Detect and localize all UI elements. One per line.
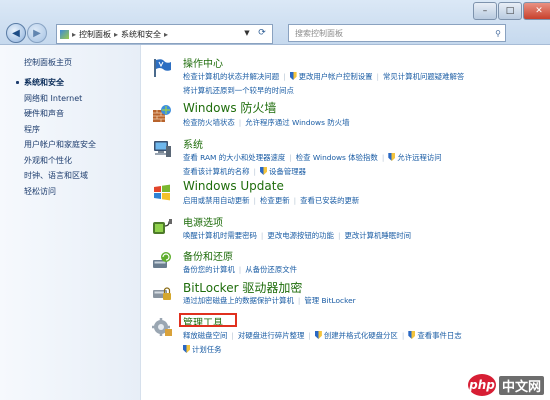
category-links: 通过加密磁盘上的数据保护计算机 | 管理 BitLocker bbox=[183, 296, 356, 305]
task-link[interactable]: 允许远程访问 bbox=[397, 153, 441, 162]
admin-tools-highlight-box bbox=[179, 313, 237, 327]
task-link[interactable]: 允许程序通过 Windows 防火墙 bbox=[245, 118, 349, 127]
task-link[interactable]: 常见计算机问题疑难解答 bbox=[383, 72, 464, 81]
breadcrumb-separator-icon: ▸ bbox=[164, 29, 169, 39]
php-logo: php bbox=[467, 374, 496, 396]
task-link[interactable]: 查看 RAM 的大小和处理器速度 bbox=[183, 153, 285, 162]
back-arrow-icon: ◀ bbox=[12, 27, 20, 39]
backup-icon bbox=[153, 252, 171, 268]
category-links: 检查计算机的状态并解决问题 | 更改用户帐户控制设置 | 常见计算机问题疑难解答 bbox=[183, 72, 465, 81]
category-title[interactable]: 电源选项 bbox=[183, 214, 223, 229]
category-links: 计划任务 bbox=[183, 344, 222, 355]
category-title[interactable]: 系统 bbox=[183, 136, 203, 151]
category-links: 查看该计算机的名称 | 设备管理器 bbox=[183, 167, 306, 176]
category-title[interactable]: 操作中心 bbox=[183, 55, 223, 70]
back-button[interactable]: ◀ bbox=[6, 23, 26, 43]
breadcrumb-separator-icon: ▸ bbox=[114, 29, 119, 39]
breadcrumb-separator-icon: ▸ bbox=[72, 29, 77, 39]
sidebar: 控制面板主页 系统和安全 网络和 Internet 硬件和声音 程序 用户帐户和… bbox=[0, 45, 141, 400]
category-title[interactable]: Windows 防火墙 bbox=[183, 99, 276, 116]
category-links: 唤醒计算机时需要密码 | 更改电源按钮的功能 | 更改计算机睡眠时间 bbox=[183, 231, 411, 240]
firewall-icon bbox=[153, 105, 171, 122]
shield-icon bbox=[183, 345, 190, 353]
drive-lock-icon bbox=[153, 287, 171, 300]
task-link[interactable]: 设备管理器 bbox=[269, 167, 306, 176]
task-link[interactable]: 释放磁盘空间 bbox=[183, 331, 227, 340]
forward-button[interactable]: ▶ bbox=[27, 23, 47, 43]
category-title[interactable]: Windows Update bbox=[183, 179, 284, 193]
watermark-text: 中文网 bbox=[498, 375, 544, 395]
sidebar-item-user-accounts[interactable]: 用户帐户和家庭安全 bbox=[24, 139, 96, 150]
task-link[interactable]: 更改计算机睡眠时间 bbox=[344, 231, 411, 240]
category-title[interactable]: BitLocker 驱动器加密 bbox=[183, 279, 302, 296]
task-link[interactable]: 从备份还原文件 bbox=[245, 265, 297, 274]
task-link[interactable]: 查看该计算机的名称 bbox=[183, 167, 250, 176]
category-links: 检查防火墙状态 | 允许程序通过 Windows 防火墙 bbox=[183, 118, 350, 127]
search-input[interactable]: 搜索控制面板 ⚲ bbox=[288, 24, 506, 42]
breadcrumb-system-security[interactable]: 系统和安全 bbox=[121, 29, 161, 40]
sidebar-item-clock-region[interactable]: 时钟、语言和区域 bbox=[24, 170, 88, 181]
watermark: php 中文网 bbox=[467, 374, 544, 396]
admin-tools-icon bbox=[152, 318, 172, 336]
task-link[interactable]: 对硬盘进行碎片整理 bbox=[238, 331, 305, 340]
address-dropdown-icon[interactable]: ▼ bbox=[240, 24, 254, 42]
sidebar-item-appearance[interactable]: 外观和个性化 bbox=[24, 155, 72, 166]
power-icon bbox=[153, 219, 172, 234]
sidebar-item-ease-of-access[interactable]: 轻松访问 bbox=[24, 186, 56, 197]
minimize-button[interactable]: – bbox=[473, 2, 497, 20]
task-link[interactable]: 通过加密磁盘上的数据保护计算机 bbox=[183, 296, 294, 305]
shield-icon bbox=[314, 331, 322, 339]
sidebar-item-programs[interactable]: 程序 bbox=[24, 124, 40, 135]
sidebar-item-hardware[interactable]: 硬件和声音 bbox=[24, 108, 64, 119]
refresh-icon[interactable]: ⟳ bbox=[254, 24, 270, 42]
control-panel-icon bbox=[60, 29, 69, 39]
task-link[interactable]: 检查计算机的状态并解决问题 bbox=[183, 72, 279, 81]
breadcrumb-control-panel[interactable]: 控制面板 bbox=[79, 29, 111, 40]
window-controls: – □ ✕ bbox=[472, 2, 550, 20]
category-title[interactable]: 备份和还原 bbox=[183, 248, 233, 263]
category-links: 将计算机还原到一个较早的时间点 bbox=[183, 85, 294, 96]
maximize-button[interactable]: □ bbox=[498, 2, 522, 20]
category-links: 释放磁盘空间 | 对硬盘进行碎片整理 | 创建并格式化硬盘分区 | 查看事件日志 bbox=[183, 331, 462, 340]
flag-icon bbox=[154, 59, 171, 77]
computer-icon bbox=[154, 141, 171, 157]
search-icon: ⚲ bbox=[495, 28, 501, 38]
task-link[interactable]: 计划任务 bbox=[192, 345, 222, 354]
main-content: 操作中心 检查计算机的状态并解决问题 | 更改用户帐户控制设置 | 常见计算机问题疑难解… bbox=[141, 45, 550, 400]
navigation-bar: – □ ✕ ◀ ▶ ▸ 控制面板 ▸ 系统和安全 ▸ ▼ ⟳ 搜索控制面板 ⚲ bbox=[0, 0, 550, 45]
forward-arrow-icon: ▶ bbox=[33, 27, 41, 39]
shield-icon bbox=[388, 153, 396, 161]
sidebar-item-system-security[interactable]: 系统和安全 bbox=[24, 77, 64, 88]
sidebar-item-network[interactable]: 网络和 Internet bbox=[24, 93, 82, 104]
shield-icon bbox=[289, 72, 297, 80]
task-link[interactable]: 创建并格式化硬盘分区 bbox=[324, 331, 398, 340]
task-link[interactable]: 启用或禁用自动更新 bbox=[183, 196, 250, 205]
task-link[interactable]: 管理 BitLocker bbox=[304, 296, 355, 305]
task-link[interactable]: 更改电源按钮的功能 bbox=[267, 231, 334, 240]
task-link[interactable]: 查看已安装的更新 bbox=[300, 196, 359, 205]
shield-icon bbox=[260, 167, 268, 175]
windows-update-icon bbox=[154, 184, 170, 201]
category-links: 查看 RAM 的大小和处理器速度 | 检查 Windows 体验指数 | 允许远程访问 bbox=[183, 153, 442, 162]
task-link[interactable]: 更改用户帐户控制设置 bbox=[299, 72, 373, 81]
task-link[interactable]: 检查更新 bbox=[260, 196, 290, 205]
task-link[interactable]: 备份您的计算机 bbox=[183, 265, 235, 274]
category-links: 备份您的计算机 | 从备份还原文件 bbox=[183, 265, 297, 274]
close-button[interactable]: ✕ bbox=[523, 2, 550, 20]
shield-icon bbox=[408, 331, 416, 339]
task-link[interactable]: 查看事件日志 bbox=[417, 331, 461, 340]
task-link[interactable]: 检查 Windows 体验指数 bbox=[296, 153, 378, 162]
control-panel-window: – □ ✕ ◀ ▶ ▸ 控制面板 ▸ 系统和安全 ▸ ▼ ⟳ 搜索控制面板 ⚲ … bbox=[0, 0, 550, 400]
category-links: 启用或禁用自动更新 | 检查更新 | 查看已安装的更新 bbox=[183, 196, 360, 205]
sidebar-home-link[interactable]: 控制面板主页 bbox=[24, 57, 72, 68]
search-placeholder: 搜索控制面板 bbox=[295, 28, 343, 38]
task-link[interactable]: 唤醒计算机时需要密码 bbox=[183, 231, 257, 240]
task-link[interactable]: 检查防火墙状态 bbox=[183, 118, 235, 127]
task-link[interactable]: 将计算机还原到一个较早的时间点 bbox=[183, 86, 294, 95]
current-item-bullet bbox=[16, 81, 19, 84]
